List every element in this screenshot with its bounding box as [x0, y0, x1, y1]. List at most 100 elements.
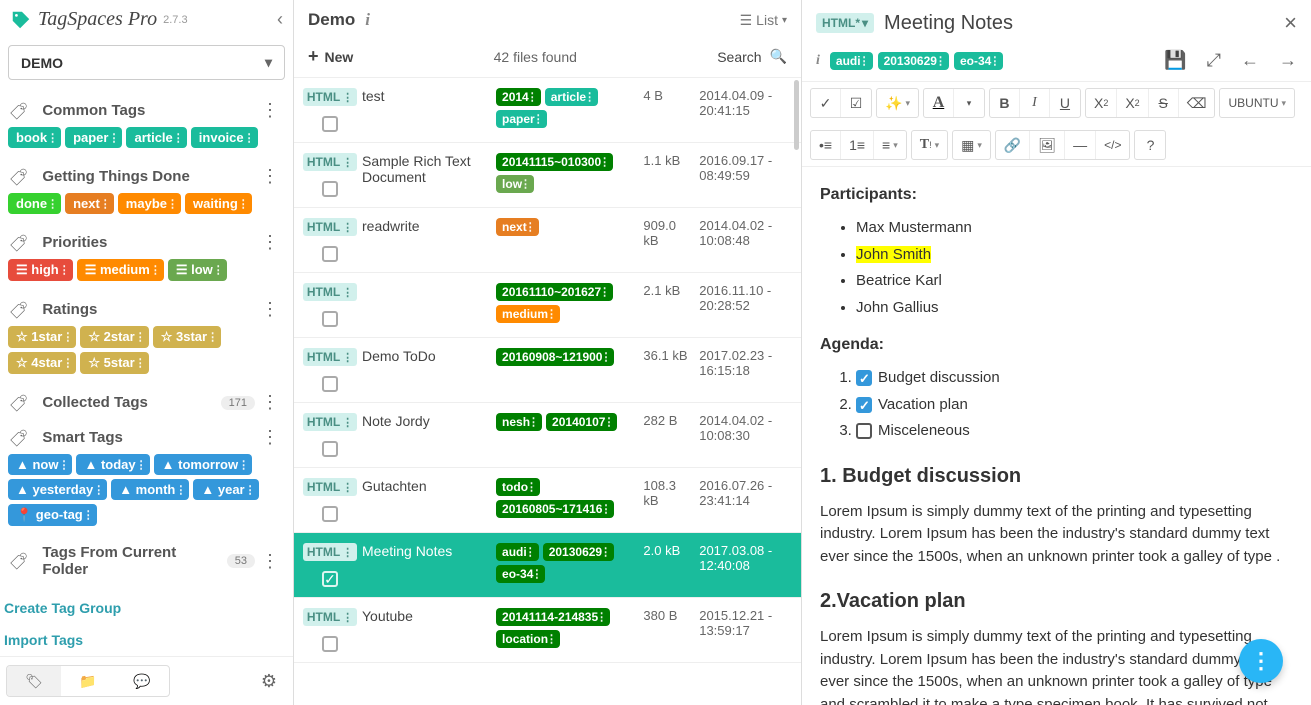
- row-checkbox[interactable]: [322, 441, 338, 457]
- superscript-button[interactable]: X2: [1086, 89, 1117, 117]
- kebab-menu-icon[interactable]: ⋮: [255, 100, 285, 121]
- file-type-badge[interactable]: HTML⋮: [303, 283, 357, 301]
- sidebar-tag[interactable]: ▲ now⋮: [8, 454, 72, 475]
- next-icon[interactable]: →: [1279, 50, 1297, 71]
- font-family-select[interactable]: UBUNTU: [1220, 89, 1294, 117]
- row-checkbox[interactable]: [322, 376, 338, 392]
- document-tag[interactable]: eo-34⋮: [954, 52, 1003, 70]
- document-title[interactable]: Meeting Notes: [884, 12, 1274, 35]
- scrollbar-thumb[interactable]: [794, 80, 799, 150]
- checkbox-checked-icon[interactable]: [856, 397, 872, 413]
- sidebar-tag[interactable]: book⋮: [8, 127, 61, 148]
- view-mode-toggle[interactable]: ☰ List ▾: [740, 12, 787, 29]
- tag-more-icon[interactable]: ⋮: [600, 503, 611, 516]
- tag-more-icon[interactable]: ⋮: [62, 331, 73, 344]
- kebab-menu-icon[interactable]: ⋮: [255, 166, 285, 187]
- tag-more-icon[interactable]: ⋮: [525, 221, 536, 234]
- file-tag[interactable]: article⋮: [545, 88, 598, 106]
- image-button[interactable]: 🖼: [1030, 131, 1065, 159]
- kebab-menu-icon[interactable]: ⋮: [255, 392, 285, 413]
- font-color-button[interactable]: A: [924, 89, 954, 117]
- tag-more-icon[interactable]: ⋮: [546, 308, 557, 321]
- search-button[interactable]: Search🔍: [717, 48, 787, 65]
- tag-more-icon[interactable]: ⋮: [527, 91, 538, 104]
- kebab-menu-icon[interactable]: ⋮: [255, 299, 285, 320]
- sidebar-tag[interactable]: done⋮: [8, 193, 61, 214]
- kebab-menu-icon[interactable]: ⋮: [255, 232, 285, 253]
- location-selector[interactable]: DEMO ▾: [8, 45, 285, 80]
- tag-more-icon[interactable]: ⋮: [600, 351, 611, 364]
- tag-more-icon[interactable]: ⋮: [93, 483, 104, 496]
- sidebar-tag[interactable]: maybe⋮: [118, 193, 181, 214]
- tag-more-icon[interactable]: ⋮: [213, 264, 224, 277]
- link-button[interactable]: 🔗: [996, 131, 1030, 159]
- file-tag[interactable]: nesh⋮: [496, 413, 542, 431]
- tag-more-icon[interactable]: ⋮: [599, 286, 610, 299]
- footer-tab-folders[interactable]: 📁: [61, 666, 115, 696]
- alignment-button[interactable]: ≡: [874, 131, 906, 159]
- file-tag[interactable]: 20161110~201627⋮: [496, 283, 613, 301]
- tag-more-icon[interactable]: ⋮: [135, 357, 146, 370]
- strikethrough-button[interactable]: S: [1149, 89, 1179, 117]
- tag-more-icon[interactable]: ⋮: [596, 611, 607, 624]
- magic-button[interactable]: ✨: [877, 89, 918, 117]
- sidebar-tag[interactable]: ☰ medium⋮: [77, 259, 164, 281]
- tag-more-icon[interactable]: ⋮: [238, 458, 249, 471]
- settings-button[interactable]: ⚙: [251, 671, 287, 692]
- sidebar-tag[interactable]: ☆ 1star⋮: [8, 326, 76, 348]
- tag-more-icon[interactable]: ⋮: [83, 509, 94, 522]
- sidebar-tag[interactable]: next⋮: [65, 193, 114, 214]
- tag-more-icon[interactable]: ⋮: [59, 264, 70, 277]
- fab-more-button[interactable]: ⋮: [1239, 639, 1283, 683]
- tag-group-header[interactable]: 🏷Ratings⋮: [4, 291, 289, 326]
- tag-group-header[interactable]: 🏷Tags From Current Folder53⋮: [4, 536, 289, 584]
- tag-more-icon[interactable]: ⋮: [175, 483, 186, 496]
- bold-button[interactable]: B: [990, 89, 1020, 117]
- sidebar-tag[interactable]: 📍 geo-tag⋮: [8, 504, 97, 526]
- row-checkbox[interactable]: [322, 311, 338, 327]
- file-row[interactable]: HTML⋮Demo ToDo20160908~121900⋮36.1 kB201…: [294, 338, 801, 403]
- row-checkbox[interactable]: [322, 636, 338, 652]
- checkbox-checked-icon[interactable]: [856, 370, 872, 386]
- file-tag[interactable]: 20130629⋮: [543, 543, 614, 561]
- sidebar-tag[interactable]: ▲ year⋮: [193, 479, 258, 500]
- tag-more-icon[interactable]: ⋮: [525, 546, 536, 559]
- underline-button[interactable]: U: [1050, 89, 1080, 117]
- sidebar-tag[interactable]: paper⋮: [65, 127, 122, 148]
- tag-more-icon[interactable]: ⋮: [245, 483, 256, 496]
- file-row[interactable]: HTML⋮Youtube20141114-214835⋮location⋮380…: [294, 598, 801, 663]
- row-checkbox[interactable]: ✓: [322, 571, 338, 587]
- sidebar-tag[interactable]: ▲ yesterday⋮: [8, 479, 107, 500]
- tag-more-icon[interactable]: ⋮: [135, 331, 146, 344]
- file-row[interactable]: HTML⋮readwritenext⋮909.0 kB2014.04.02 - …: [294, 208, 801, 273]
- file-row[interactable]: HTML⋮test2014⋮article⋮paper⋮4 B2014.04.0…: [294, 78, 801, 143]
- new-button[interactable]: +New: [308, 46, 353, 67]
- file-type-badge[interactable]: HTML⋮: [303, 153, 357, 171]
- row-checkbox[interactable]: [322, 116, 338, 132]
- save-icon[interactable]: 💾: [1164, 50, 1186, 71]
- help-button[interactable]: ?: [1135, 131, 1165, 159]
- toggle-check-button[interactable]: ☑: [841, 89, 871, 117]
- tag-more-icon[interactable]: ⋮: [533, 113, 544, 126]
- fullscreen-icon[interactable]: ⤢: [1207, 50, 1221, 71]
- tag-group-header[interactable]: 🏷Smart Tags⋮: [4, 419, 289, 454]
- table-button[interactable]: ▦: [953, 131, 990, 159]
- tag-group-header[interactable]: 🏷Collected Tags171⋮: [4, 384, 289, 419]
- file-type-badge[interactable]: HTML⋮: [303, 348, 357, 366]
- sidebar-tag[interactable]: ☆ 3star⋮: [153, 326, 221, 348]
- sidebar-tag[interactable]: ▲ today⋮: [76, 454, 149, 475]
- check-button[interactable]: ✓: [811, 89, 841, 117]
- sidebar-tag[interactable]: ☰ high⋮: [8, 259, 73, 281]
- create-tag-group-link[interactable]: Create Tag Group: [4, 600, 121, 616]
- file-tag[interactable]: low⋮: [496, 175, 534, 193]
- file-tag[interactable]: location⋮: [496, 630, 560, 648]
- tag-more-icon[interactable]: ⋮: [167, 197, 178, 210]
- sidebar-tag[interactable]: ▲ month⋮: [111, 479, 189, 500]
- tag-more-icon[interactable]: ⋮: [62, 357, 73, 370]
- tag-more-icon[interactable]: ⋮: [136, 458, 147, 471]
- tag-more-icon[interactable]: ⋮: [600, 546, 611, 559]
- sidebar-tag[interactable]: ☆ 4star⋮: [8, 352, 76, 374]
- tag-more-icon[interactable]: ⋮: [599, 156, 610, 169]
- file-row[interactable]: HTML⋮✓Meeting Notesaudi⋮20130629⋮eo-34⋮2…: [294, 533, 801, 598]
- tag-more-icon[interactable]: ⋮: [108, 131, 119, 144]
